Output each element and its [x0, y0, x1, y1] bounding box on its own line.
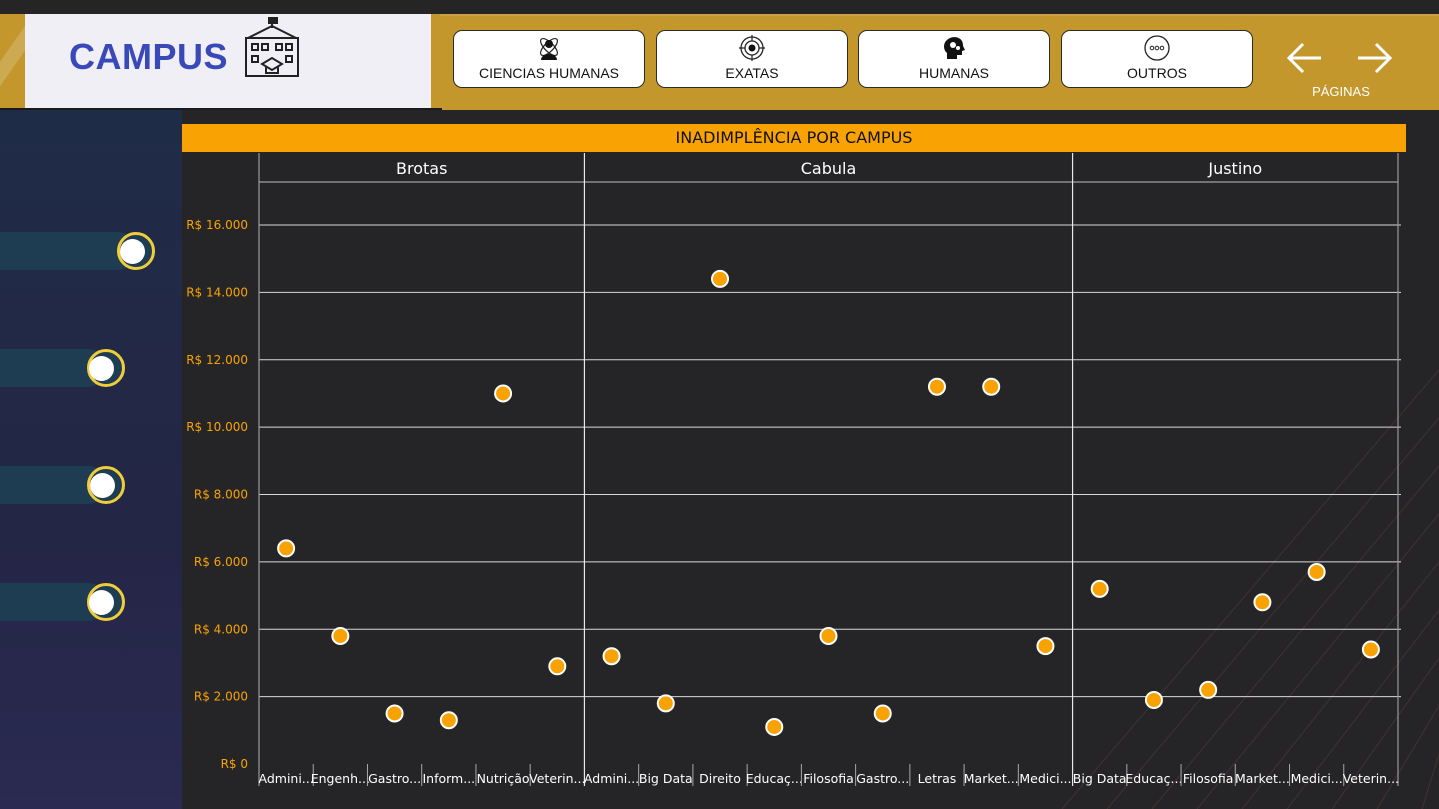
chart-title: INADIMPLÊNCIA POR CAMPUS: [675, 128, 913, 147]
y-tick-label: R$ 14.000: [186, 285, 248, 299]
category-button-humanas[interactable]: HUMANAS: [858, 30, 1050, 88]
category-button-label: CIENCIAS HUMANAS: [478, 65, 620, 81]
x-category-label: Admini...: [259, 771, 314, 786]
x-category-label: Veterin...: [1343, 771, 1399, 786]
data-point[interactable]: [656, 694, 675, 713]
data-point[interactable]: [819, 626, 838, 645]
data-point[interactable]: [602, 647, 621, 666]
data-point[interactable]: [1090, 579, 1109, 598]
chart-area: R$ 0 R$ 2.000 R$ 4.000 R$ 6.000 R$ 8.000 R$ 1…: [182, 110, 1439, 809]
x-category-label: Educaç...: [746, 771, 803, 786]
y-tick-label: R$ 8.000: [194, 488, 248, 502]
logo-text: CAMPUS: [69, 36, 229, 77]
y-tick-label: R$ 0: [221, 757, 248, 771]
x-category-label: Letras: [918, 771, 957, 786]
more-dots-icon: [1144, 35, 1170, 61]
data-point[interactable]: [385, 704, 404, 723]
x-category-label: Engenh...: [311, 771, 370, 786]
decor-line: [1421, 753, 1439, 809]
panel-header-brotas: Brotas: [396, 159, 447, 178]
y-tick-label: R$ 16.000: [186, 218, 248, 232]
y-tick-label: R$ 10.000: [186, 420, 248, 434]
data-point[interactable]: [873, 704, 892, 723]
data-point[interactable]: [494, 384, 513, 403]
head-gears-icon: [944, 37, 965, 59]
data-point[interactable]: [1307, 562, 1326, 581]
arrow-left-icon[interactable]: [1285, 38, 1325, 78]
x-category-label: Medici...: [1019, 771, 1071, 786]
category-button-label: EXATAS: [725, 65, 779, 81]
x-category-label: Big Data: [1073, 771, 1127, 786]
data-point[interactable]: [1144, 690, 1163, 709]
x-category-label: Inform...: [422, 771, 475, 786]
category-button-ciencias-humanas[interactable]: CIENCIAS HUMANAS: [453, 30, 645, 88]
top-strip: [0, 0, 1439, 14]
filter-toggle-1[interactable]: [0, 232, 157, 270]
filter-toggle-4[interactable]: [0, 583, 127, 621]
x-category-label: Educaç...: [1125, 771, 1182, 786]
decor-line: [1106, 417, 1439, 809]
x-category-label: Gastro...: [368, 771, 421, 786]
arrow-right-icon[interactable]: [1354, 38, 1394, 78]
target-icon: [739, 35, 765, 61]
data-point[interactable]: [439, 711, 458, 730]
data-point[interactable]: [711, 269, 730, 288]
data-point[interactable]: [1199, 680, 1218, 699]
decor-line: [1151, 465, 1439, 809]
data-point[interactable]: [1361, 640, 1380, 659]
school-building-icon: [245, 17, 299, 77]
y-tick-label: R$ 2.000: [194, 690, 248, 704]
data-point[interactable]: [277, 539, 296, 558]
scatter-chart: R$ 0 R$ 2.000 R$ 4.000 R$ 6.000 R$ 8.000 R$ 1…: [186, 153, 1439, 809]
x-category-label: Direito: [699, 771, 741, 786]
data-point[interactable]: [927, 377, 946, 396]
decor-line: [1376, 705, 1439, 809]
data-point[interactable]: [982, 377, 1001, 396]
x-category-label: Market...: [1235, 771, 1290, 786]
panel-header-justino: Justino: [1207, 159, 1262, 178]
category-button-exatas[interactable]: EXATAS: [656, 30, 848, 88]
logo-box: CAMPUS: [25, 14, 431, 108]
x-category-label: Big Data: [639, 771, 693, 786]
category-button-label: OUTROS: [1127, 65, 1187, 81]
y-tick-label: R$ 12.000: [186, 353, 248, 367]
x-category-label: Medici...: [1291, 771, 1343, 786]
x-category-label: Filosofia: [803, 771, 854, 786]
data-point[interactable]: [1253, 593, 1272, 612]
data-point[interactable]: [765, 717, 784, 736]
pages-label: PÁGINAS: [1312, 84, 1370, 99]
x-category-label: Admini...: [584, 771, 639, 786]
data-point[interactable]: [1036, 637, 1055, 656]
y-tick-label: R$ 4.000: [194, 622, 248, 636]
filter-toggle-2[interactable]: [0, 349, 127, 387]
x-category-label: Veterin...: [529, 771, 585, 786]
x-category-label: Gastro...: [856, 771, 909, 786]
chart-title-bar: INADIMPLÊNCIA POR CAMPUS: [182, 124, 1406, 152]
left-panel: [0, 110, 182, 809]
data-point[interactable]: [331, 626, 350, 645]
category-button-label: HUMANAS: [918, 65, 989, 81]
category-button-outros[interactable]: OUTROS: [1061, 30, 1253, 88]
x-category-label: Market...: [964, 771, 1019, 786]
y-tick-label: R$ 6.000: [194, 555, 248, 569]
x-category-label: Nutrição: [477, 771, 530, 786]
panel-header-cabula: Cabula: [801, 159, 857, 178]
background-decoration: [1061, 369, 1439, 809]
filter-toggle-3[interactable]: [0, 466, 127, 504]
person-atom-icon: [539, 37, 559, 60]
decor-line: [1196, 513, 1439, 809]
x-category-label: Filosofia: [1183, 771, 1234, 786]
data-point[interactable]: [548, 657, 567, 676]
